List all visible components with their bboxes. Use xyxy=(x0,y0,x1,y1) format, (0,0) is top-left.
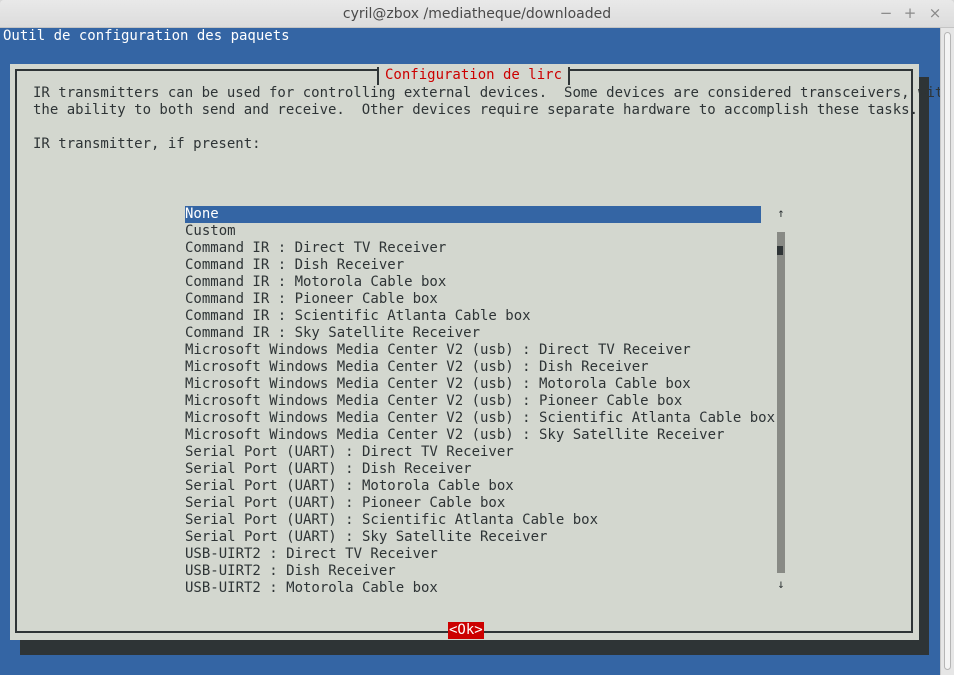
window-title: cyril@zbox /mediatheque/downloaded xyxy=(342,6,612,22)
list-item[interactable]: Serial Port (UART) : Pioneer Cable box xyxy=(185,495,761,512)
list-item[interactable]: Command IR : Dish Receiver xyxy=(185,257,761,274)
dialog-description: IR transmitters can be used for controll… xyxy=(33,85,940,152)
list-item[interactable]: Microsoft Windows Media Center V2 (usb) … xyxy=(185,359,761,376)
list-item[interactable]: Microsoft Windows Media Center V2 (usb) … xyxy=(185,376,761,393)
list-item[interactable]: None xyxy=(185,206,761,223)
list-item[interactable]: Microsoft Windows Media Center V2 (usb) … xyxy=(185,427,761,444)
list-item[interactable]: Serial Port (UART) : Direct TV Receiver xyxy=(185,444,761,461)
scroll-up-icon[interactable]: ↑ xyxy=(776,206,786,220)
scroll-down-icon[interactable]: ↓ xyxy=(776,577,786,591)
dialog-title: Configuration de lirc xyxy=(377,67,571,85)
list-item[interactable]: Serial Port (UART) : Scientific Atlanta … xyxy=(185,512,761,529)
list-item[interactable]: Custom xyxy=(185,223,761,240)
list-item[interactable]: Microsoft Windows Media Center V2 (usb) … xyxy=(185,393,761,410)
list-item[interactable]: Command IR : Pioneer Cable box xyxy=(185,291,761,308)
ok-button[interactable]: <Ok> xyxy=(448,622,484,639)
list-item[interactable]: Command IR : Sky Satellite Receiver xyxy=(185,325,761,342)
list-item[interactable]: Microsoft Windows Media Center V2 (usb) … xyxy=(185,342,761,359)
list-item[interactable]: Serial Port (UART) : Motorola Cable box xyxy=(185,478,761,495)
config-dialog: Configuration de lirc IR transmitters ca… xyxy=(10,64,940,640)
list-item[interactable]: Microsoft Windows Media Center V2 (usb) … xyxy=(185,410,775,427)
transmitter-list[interactable]: None Custom Command IR : Direct TV Receive… xyxy=(185,206,775,597)
terminal-header-title: Outil de configuration des paquets xyxy=(3,28,290,44)
maximize-icon[interactable]: + xyxy=(901,4,919,22)
terminal[interactable]: Outil de configuration des paquets Confi… xyxy=(0,28,940,675)
minimize-icon[interactable]: − xyxy=(877,4,895,22)
list-item[interactable]: USB-UIRT2 : Motorola Cable box xyxy=(185,580,761,597)
list-item[interactable]: USB-UIRT2 : Dish Receiver xyxy=(185,563,761,580)
window-scrollbar[interactable] xyxy=(940,28,954,675)
list-item[interactable]: Serial Port (UART) : Sky Satellite Recei… xyxy=(185,529,761,546)
dialog-frame: Configuration de lirc IR transmitters ca… xyxy=(15,67,940,639)
list-item[interactable]: USB-UIRT2 : Direct TV Receiver xyxy=(185,546,761,563)
list-item[interactable]: Command IR : Motorola Cable box xyxy=(185,274,761,291)
close-icon[interactable]: × xyxy=(926,4,944,22)
list-item[interactable]: Command IR : Direct TV Receiver xyxy=(185,240,761,257)
window-scrollbar-thumb[interactable] xyxy=(944,32,951,670)
list-scrollbar[interactable]: ↑ ↓ xyxy=(776,206,786,591)
window-titlebar: cyril@zbox /mediatheque/downloaded − + × xyxy=(0,0,954,28)
list-item[interactable]: Command IR : Scientific Atlanta Cable bo… xyxy=(185,308,761,325)
scroll-track[interactable] xyxy=(777,232,785,573)
scroll-thumb[interactable] xyxy=(777,246,783,255)
list-item[interactable]: Serial Port (UART) : Dish Receiver xyxy=(185,461,761,478)
